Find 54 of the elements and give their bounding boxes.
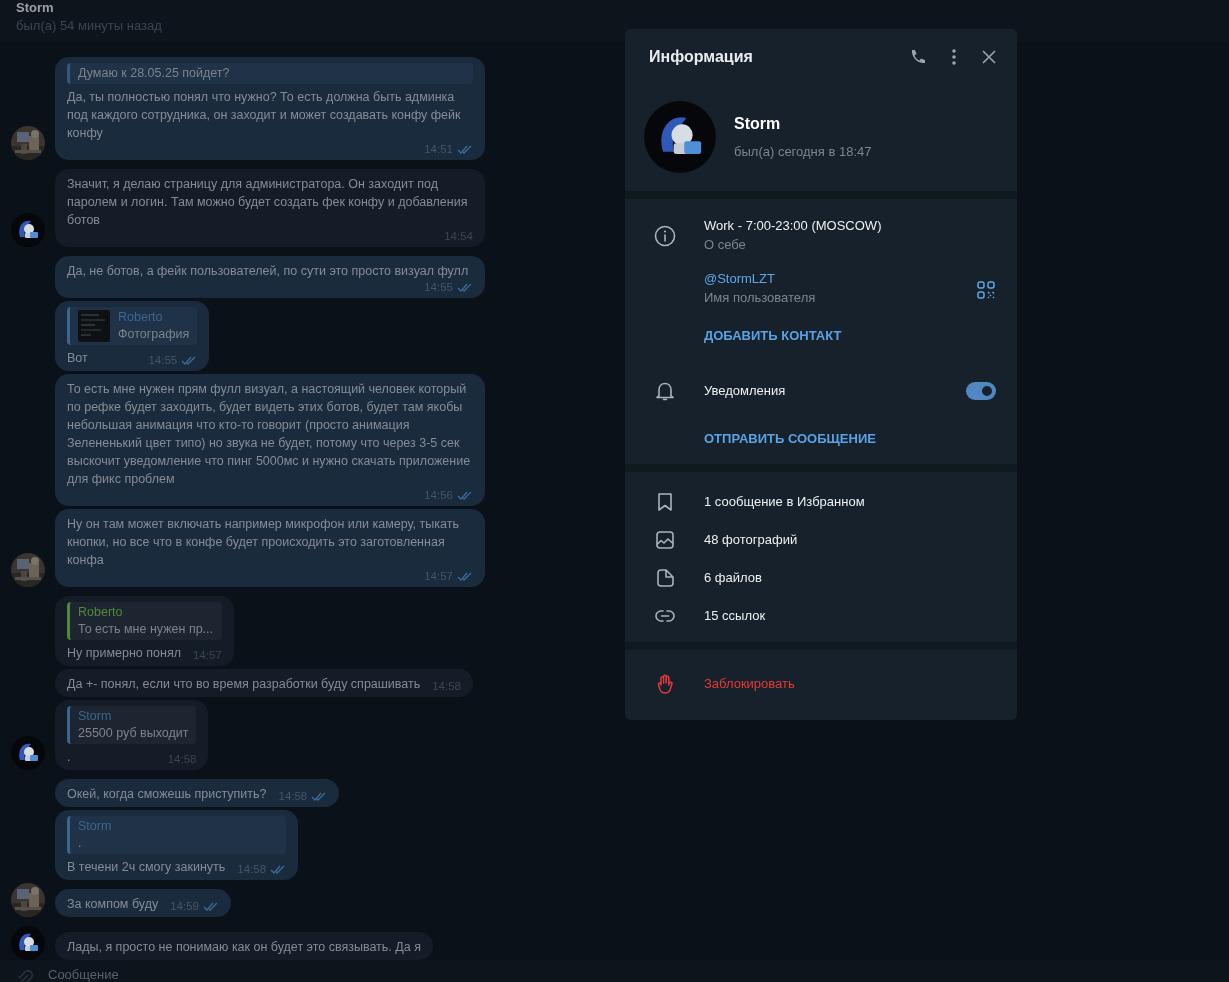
send-message-button[interactable]: ОТПРАВИТЬ СООБЩЕНИЕ [704, 428, 876, 448]
panel-title: Информация [649, 47, 754, 67]
chat-title: Storm [16, 0, 55, 15]
message-text: Да, не ботов, а фейк пользователей, по сути это просто визуал фулл [67, 263, 469, 280]
message-text: Да, ты полностью понял что нужно? То есть должна быть админка под каждого сотрудника, он заходит и может создавать конфу фейк конфу [67, 89, 462, 142]
last-seen-status: был(а) сегодня в 18:47 [734, 143, 872, 162]
bio-text: Work - 7:00-23:00 (MOSCOW) [704, 217, 882, 235]
notifications-toggle[interactable] [966, 381, 996, 400]
reply-quote[interactable]: Roberto То есть мне нужен пр... [67, 602, 222, 640]
message-text: Вот [67, 350, 88, 367]
media-count-link[interactable]: 6 файлов [704, 568, 762, 588]
notifications-label: Уведомления [704, 381, 787, 400]
username-label: Имя пользователя [704, 289, 817, 307]
media-count-link[interactable]: 48 фотографий [704, 530, 798, 550]
avatar-icon [644, 101, 716, 173]
more-icon[interactable] [951, 48, 957, 66]
add-contact-button[interactable]: ДОБАВИТЬ КОНТАКТ [704, 326, 842, 346]
reply-author: Roberto [118, 309, 164, 326]
message-text: Ну он там может включать например микрофон или камеру, тыкать кнопки, но все что в конфе будет происходить это заготовленная конфа [67, 516, 460, 569]
qr-code-icon[interactable] [977, 280, 995, 299]
username-link[interactable]: @StormLZT [704, 270, 977, 288]
reply-quote[interactable]: Думаю к 28.05.25 пойдет? [67, 63, 473, 84]
bio-label: О себе [704, 236, 747, 254]
phone-icon[interactable] [909, 48, 927, 66]
reply-text: . [78, 835, 83, 852]
profile-name: Storm [734, 114, 782, 135]
block-button[interactable]: Заблокировать [704, 674, 795, 694]
info-icon [653, 225, 676, 247]
image-icon [654, 530, 675, 550]
message-text: Значит, я делаю страницу для администратора. Он заходит под паролем и логин. Там можно будет создать фек конфу и добавления ботов [67, 176, 469, 229]
bell-icon [654, 380, 675, 401]
close-icon[interactable] [981, 49, 997, 65]
reply-quote[interactable]: Storm . [67, 816, 287, 854]
message-input[interactable]: Сообщение [48, 968, 248, 982]
reply-quote[interactable]: Roberto Фотография [67, 307, 198, 345]
message-text: То есть мне нужен прям фулл визуал, а настоящий человек который по рефке будет заходить, будет видеть этих ботов, будет там якобы небольшая анимация что кто-то говорит (просто анимация Зелененький цвет типо) но звука не будет, потому что через 3-5 сек выскочит уведомление что пинг 5000мс и нужно скачать приложение для фикс проблем [67, 381, 472, 488]
reply-author: Storm [78, 818, 112, 835]
media-count-link[interactable]: 1 сообщение в Избранном [704, 492, 865, 512]
reply-author: Roberto [78, 604, 124, 621]
message-text: Да +- понял, если что во время разработки буду спрашивать [67, 676, 421, 693]
message-text: За компом буду [67, 896, 159, 913]
message-text: Окей, когда сможешь приступить? [67, 786, 267, 803]
reply-text: Фотография [118, 326, 190, 343]
reply-text: 25500 руб выходит [78, 725, 189, 742]
message-text: . [67, 749, 71, 766]
reply-author: Storm [78, 708, 113, 725]
message-text: Ну примерно понял [67, 645, 181, 662]
media-count-link[interactable]: 15 ссылок [704, 606, 766, 626]
reply-quote[interactable]: Storm 25500 руб выходит [67, 706, 197, 744]
file-icon [654, 568, 675, 588]
message-text: Лады, я просто не понимаю как он будет это связывать. Да я [67, 939, 421, 956]
reply-text: То есть мне нужен пр... [78, 621, 214, 638]
reply-text: Думаю к 28.05.25 пойдет? [78, 65, 230, 82]
message-text: В течени 2ч смогу закинуть [67, 859, 226, 876]
